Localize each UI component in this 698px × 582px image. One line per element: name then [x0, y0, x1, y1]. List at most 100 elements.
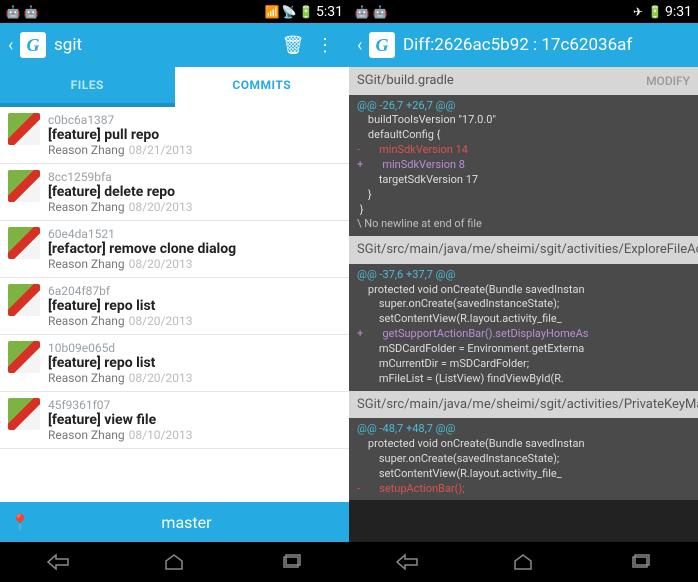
commit-date: 08/20/2013	[129, 371, 193, 385]
action-bar: ‹ G sgit 🗑 ⋮	[0, 23, 349, 67]
commit-meta: Reason Zhang 08/20/2013	[48, 314, 341, 328]
diff-line: mFileList = (ListView) findViewById(R.	[349, 372, 698, 387]
airplane-icon: ✈	[631, 5, 645, 19]
commit-hash: c0bc6a1387	[48, 113, 341, 127]
commit-row[interactable]: 6a204f87bf[feature] repo listReason Zhan…	[0, 278, 349, 335]
commit-hash: 6a204f87bf	[48, 284, 341, 298]
commit-date: 08/20/2013	[129, 314, 193, 328]
avatar	[8, 227, 40, 259]
file-header[interactable]: SGit/build.gradleMODIFY	[349, 67, 698, 95]
diff-hunk: @@ -26,7 +26,7 @@	[349, 99, 698, 114]
commit-row[interactable]: 60e4da1521[refactor] remove clone dialog…	[0, 221, 349, 278]
tab-files[interactable]: FILES	[0, 67, 175, 107]
avatar	[8, 113, 40, 145]
battery-icon: 🔋	[299, 5, 313, 19]
android-icon: 🤖	[6, 5, 20, 19]
diff-code: @@ -37,6 +37,7 @@ protected void onCreat…	[349, 264, 698, 391]
diff-line: setContentView(R.layout.activity_file_	[349, 312, 698, 327]
commit-meta: Reason Zhang 08/20/2013	[48, 257, 341, 271]
status-bar: 🤖 🤖 ✈ 🔋 9:31	[349, 0, 698, 23]
commit-row[interactable]: c0bc6a1387[feature] pull repoReason Zhan…	[0, 107, 349, 164]
commit-hash: 8cc1259bfa	[48, 170, 341, 184]
diff-line: super.onCreate(savedInstanceState);	[349, 452, 698, 467]
file-header[interactable]: SGit/src/main/java/me/sheimi/sgit/activi…	[349, 391, 698, 419]
nav-recent-icon[interactable]	[277, 551, 305, 573]
commit-row[interactable]: 45f9361f07[feature] view fileReason Zhan…	[0, 392, 349, 449]
commit-message: [feature] delete repo	[48, 184, 341, 200]
diff-line: super.onCreate(savedInstanceState);	[349, 297, 698, 312]
commit-row[interactable]: 8cc1259bfa[feature] delete repoReason Zh…	[0, 164, 349, 221]
diff-line: }	[349, 203, 698, 218]
commit-author: Reason Zhang	[48, 257, 125, 271]
commit-author: Reason Zhang	[48, 200, 125, 214]
diff-list[interactable]: SGit/build.gradleMODIFY@@ -26,7 +26,7 @@…	[349, 67, 698, 542]
diff-line: + getSupportActionBar().setDisplayHomeAs	[349, 327, 698, 342]
diff-line: targetSdkVersion 17	[349, 173, 698, 188]
nav-back-icon[interactable]	[393, 551, 421, 573]
app-logo-icon[interactable]: G	[369, 32, 395, 58]
commit-author: Reason Zhang	[48, 143, 125, 157]
commit-author: Reason Zhang	[48, 314, 125, 328]
diff-code: @@ -48,7 +48,7 @@ protected void onCreat…	[349, 418, 698, 500]
commit-message: [feature] view file	[48, 412, 341, 428]
avatar	[8, 398, 40, 430]
diff-hunk: @@ -48,7 +48,7 @@	[349, 422, 698, 437]
commit-date: 08/10/2013	[129, 428, 193, 442]
diff-line: + minSdkVersion 8	[349, 158, 698, 173]
status-bar: 🤖 🤖 📶 📡 🔋 5:31	[0, 0, 349, 23]
avatar	[8, 284, 40, 316]
diff-line: protected void onCreate(Bundle savedInst…	[349, 283, 698, 298]
back-icon[interactable]: ‹	[8, 35, 20, 56]
phone-right: 🤖 🤖 ✈ 🔋 9:31 ‹ G Diff:2626ac5b92 : 17c62…	[349, 0, 698, 582]
commit-meta: Reason Zhang 08/21/2013	[48, 143, 341, 157]
nav-back-icon[interactable]	[44, 551, 72, 573]
back-icon[interactable]: ‹	[357, 35, 369, 56]
branch-bar[interactable]: 📍 master	[0, 502, 349, 542]
diff-line: }	[349, 188, 698, 203]
diff-line: setContentView(R.layout.activity_file_	[349, 467, 698, 482]
commit-meta: Reason Zhang08/20/2013	[48, 200, 341, 214]
commit-row[interactable]: 10b09e065d[feature] repo listReason Zhan…	[0, 335, 349, 392]
file-path: SGit/build.gradle	[357, 73, 646, 89]
file-header[interactable]: SGit/src/main/java/me/sheimi/sgit/activi…	[349, 236, 698, 264]
avatar	[8, 341, 40, 373]
diff-line: mCurrentDir = mSDCardFolder;	[349, 357, 698, 372]
commit-author: Reason Zhang	[48, 371, 125, 385]
nav-home-icon[interactable]	[509, 551, 537, 573]
commit-list[interactable]: c0bc6a1387[feature] pull repoReason Zhan…	[0, 107, 349, 502]
wifi-icon: 📶	[265, 5, 279, 19]
clock: 5:31	[316, 4, 343, 20]
app-title: sgit	[54, 35, 277, 55]
commit-message: [feature] pull repo	[48, 127, 341, 143]
signal-icon: 📡	[282, 5, 296, 19]
battery-icon: 🔋	[648, 5, 662, 19]
action-bar: ‹ G Diff:2626ac5b92 : 17c62036af	[349, 23, 698, 67]
diff-code: @@ -26,7 +26,7 @@ buildToolsVersion "17.…	[349, 95, 698, 237]
nav-recent-icon[interactable]	[626, 551, 654, 573]
nav-bar	[349, 542, 698, 582]
nav-home-icon[interactable]	[160, 551, 188, 573]
avatar	[8, 170, 40, 202]
phone-left: 🤖 🤖 📶 📡 🔋 5:31 ‹ G sgit 🗑 ⋮ FILES COMMIT…	[0, 0, 349, 582]
diff-line: - setupActionBar();	[349, 482, 698, 497]
commit-message: [feature] repo list	[48, 355, 341, 371]
nav-bar	[0, 542, 349, 582]
diff-title: Diff:2626ac5b92 : 17c62036af	[403, 35, 690, 55]
tab-commits[interactable]: COMMITS	[175, 67, 350, 107]
commit-meta: Reason Zhang 08/10/2013	[48, 428, 341, 442]
trash-icon[interactable]: 🗑	[277, 35, 309, 56]
commit-date: 08/21/2013	[129, 143, 193, 157]
commit-date: 08/20/2013	[129, 257, 193, 271]
diff-line: defaultConfig {	[349, 128, 698, 143]
overflow-icon[interactable]: ⋮	[309, 35, 341, 56]
android-icon: 🤖	[355, 5, 369, 19]
commit-author: Reason Zhang	[48, 428, 125, 442]
app-logo-icon[interactable]: G	[20, 32, 46, 58]
android-icon: 🤖	[373, 5, 387, 19]
branch-name: master	[34, 513, 339, 532]
file-path: SGit/src/main/java/me/sheimi/sgit/activi…	[357, 397, 698, 413]
commit-message: [feature] repo list	[48, 298, 341, 314]
file-path: SGit/src/main/java/me/sheimi/sgit/activi…	[357, 242, 698, 258]
clock: 9:31	[665, 4, 692, 20]
commit-message: [refactor] remove clone dialog	[48, 241, 341, 257]
